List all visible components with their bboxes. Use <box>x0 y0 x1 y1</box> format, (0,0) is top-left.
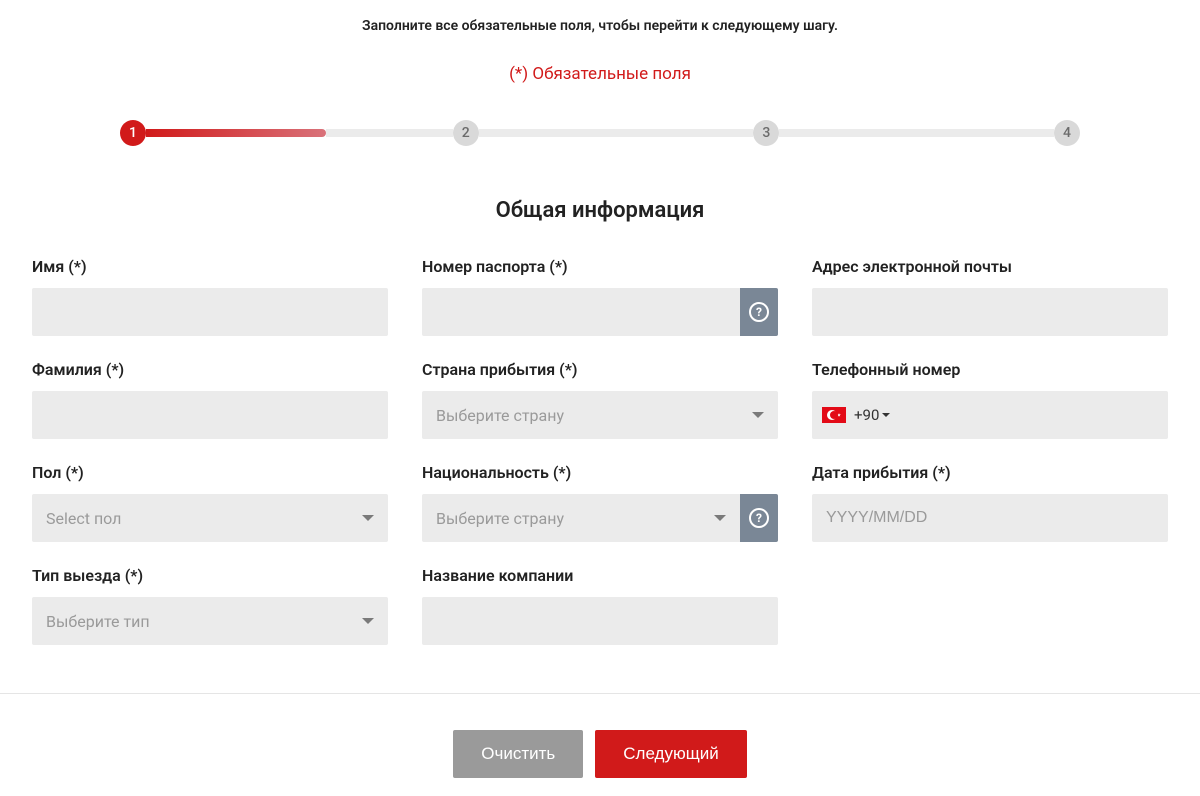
field-arrival-date: Дата прибытия (*) <box>812 463 1168 542</box>
footer: Очистить Следующий <box>0 693 1200 796</box>
chevron-down-icon <box>362 515 374 521</box>
step-bar-1-fill <box>146 129 326 137</box>
gender-placeholder: Select пол <box>46 509 121 528</box>
arrival-country-placeholder: Выберите страну <box>436 406 564 425</box>
chevron-down-icon <box>752 412 764 418</box>
step-bar-2 <box>479 129 754 137</box>
instruction-text: Заполните все обязательные поля, чтобы п… <box>0 0 1200 34</box>
field-phone: Телефонный номер +90 <box>812 360 1168 439</box>
step-1: 1 <box>120 120 146 146</box>
section-title: Общая информация <box>0 198 1200 223</box>
nationality-help-button[interactable]: ? <box>740 494 778 542</box>
passport-input[interactable] <box>422 288 740 336</box>
phone-label: Телефонный номер <box>812 360 1168 379</box>
field-company: Название компании <box>422 566 778 645</box>
nationality-placeholder: Выберите страну <box>436 509 564 528</box>
step-4: 4 <box>1054 120 1080 146</box>
question-icon: ? <box>749 302 769 322</box>
arrival-country-label: Страна прибытия (*) <box>422 360 778 379</box>
gender-label: Пол (*) <box>32 463 388 482</box>
first-name-input[interactable] <box>32 288 388 336</box>
exit-type-label: Тип выезда (*) <box>32 566 388 585</box>
passport-help-button[interactable]: ? <box>740 288 778 336</box>
email-label: Адрес электронной почты <box>812 257 1168 276</box>
field-nationality: Национальность (*) Выберите страну ? <box>422 463 778 542</box>
step-2: 2 <box>453 120 479 146</box>
exit-type-select[interactable]: Выберите тип <box>32 597 388 645</box>
last-name-label: Фамилия (*) <box>32 360 388 379</box>
nationality-label: Национальность (*) <box>422 463 778 482</box>
empty-cell <box>812 566 1168 645</box>
arrival-date-input[interactable] <box>812 494 1168 542</box>
required-note: (*) Обязательные поля <box>0 64 1200 84</box>
stepper: 1 2 3 4 <box>120 120 1080 146</box>
field-exit-type: Тип выезда (*) Выберите тип <box>32 566 388 645</box>
question-icon: ? <box>749 508 769 528</box>
step-bar-1 <box>326 129 453 137</box>
chevron-down-icon <box>714 515 726 521</box>
email-input[interactable] <box>812 288 1168 336</box>
chevron-down-icon <box>362 618 374 624</box>
gender-select[interactable]: Select пол <box>32 494 388 542</box>
clear-button[interactable]: Очистить <box>453 730 583 778</box>
company-input[interactable] <box>422 597 778 645</box>
first-name-label: Имя (*) <box>32 257 388 276</box>
last-name-input[interactable] <box>32 391 388 439</box>
dial-code-text: +90 <box>854 406 879 424</box>
next-button[interactable]: Следующий <box>595 730 746 778</box>
arrival-country-select[interactable]: Выберите страну <box>422 391 778 439</box>
field-last-name: Фамилия (*) <box>32 360 388 439</box>
chevron-down-icon <box>882 413 890 417</box>
passport-label: Номер паспорта (*) <box>422 257 778 276</box>
form-grid: Имя (*) Номер паспорта (*) ? Адрес элект… <box>0 257 1200 645</box>
exit-type-placeholder: Выберите тип <box>46 612 150 631</box>
company-label: Название компании <box>422 566 778 585</box>
phone-input[interactable]: +90 <box>812 391 1168 439</box>
step-3: 3 <box>753 120 779 146</box>
arrival-date-label: Дата прибытия (*) <box>812 463 1168 482</box>
field-passport: Номер паспорта (*) ? <box>422 257 778 336</box>
dial-code[interactable]: +90 <box>854 406 890 424</box>
step-bar-3 <box>779 129 1054 137</box>
field-gender: Пол (*) Select пол <box>32 463 388 542</box>
field-first-name: Имя (*) <box>32 257 388 336</box>
field-arrival-country: Страна прибытия (*) Выберите страну <box>422 360 778 439</box>
field-email: Адрес электронной почты <box>812 257 1168 336</box>
turkey-flag-icon <box>822 407 846 423</box>
nationality-select[interactable]: Выберите страну <box>422 494 740 542</box>
